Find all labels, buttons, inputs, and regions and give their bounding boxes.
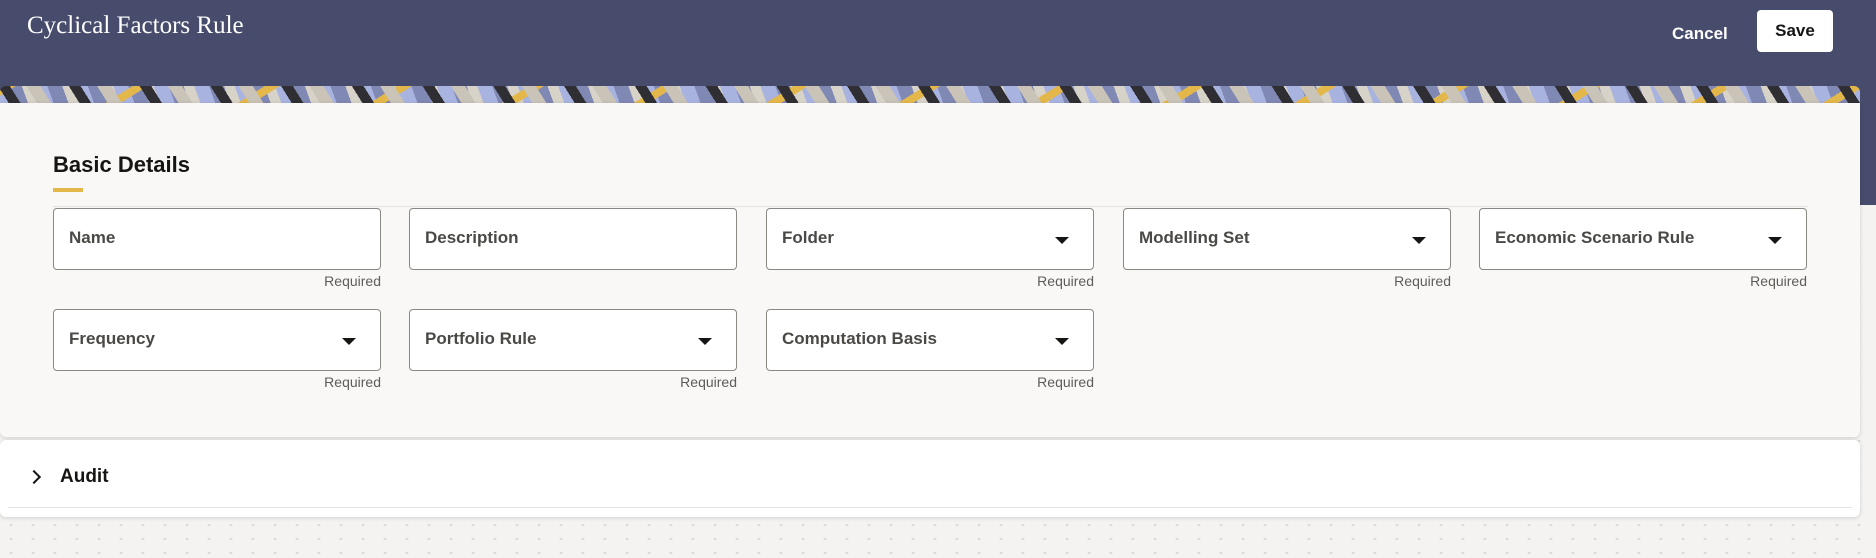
modelling-set-select[interactable]: Modelling Set bbox=[1123, 208, 1451, 270]
description-field[interactable]: Description bbox=[409, 208, 737, 270]
name-required-hint: Required bbox=[324, 273, 381, 289]
section-title-underline bbox=[53, 188, 83, 192]
computation-basis-select-label: Computation Basis bbox=[782, 329, 937, 348]
economic-scenario-rule-select-label: Economic Scenario Rule bbox=[1495, 228, 1695, 247]
name-field-label: Name bbox=[69, 228, 116, 247]
cancel-button[interactable]: Cancel bbox=[1668, 20, 1732, 48]
folder-required-hint: Required bbox=[1037, 273, 1094, 289]
description-field-label: Description bbox=[425, 228, 519, 247]
audit-section-label: Audit bbox=[60, 466, 109, 487]
folder-select[interactable]: Folder bbox=[766, 208, 1094, 270]
caret-down-icon bbox=[698, 338, 712, 345]
page-title: Cyclical Factors Rule bbox=[27, 12, 244, 39]
folder-select-label: Folder bbox=[782, 228, 834, 247]
economic-scenario-rule-select[interactable]: Economic Scenario Rule bbox=[1479, 208, 1807, 270]
caret-down-icon bbox=[1055, 237, 1069, 244]
caret-down-icon bbox=[1055, 338, 1069, 345]
audit-section-toggle[interactable]: Audit bbox=[22, 464, 322, 494]
caret-down-icon bbox=[1768, 237, 1782, 244]
computation-basis-select[interactable]: Computation Basis bbox=[766, 309, 1094, 371]
modelling-set-select-label: Modelling Set bbox=[1139, 228, 1250, 247]
frequency-select[interactable]: Frequency bbox=[53, 309, 381, 371]
caret-down-icon bbox=[342, 338, 356, 345]
portfolio-rule-select[interactable]: Portfolio Rule bbox=[409, 309, 737, 371]
save-button[interactable]: Save bbox=[1757, 10, 1833, 52]
economic-scenario-rule-required-hint: Required bbox=[1750, 273, 1807, 289]
frequency-required-hint: Required bbox=[324, 374, 381, 390]
modelling-set-required-hint: Required bbox=[1394, 273, 1451, 289]
section-divider bbox=[53, 206, 1808, 207]
caret-down-icon bbox=[1412, 237, 1426, 244]
computation-basis-required-hint: Required bbox=[1037, 374, 1094, 390]
portfolio-rule-required-hint: Required bbox=[680, 374, 737, 390]
name-field[interactable]: Name bbox=[53, 208, 381, 270]
basic-details-title: Basic Details bbox=[53, 152, 190, 177]
chevron-right-icon bbox=[26, 469, 42, 485]
audit-divider bbox=[8, 507, 1852, 508]
frequency-select-label: Frequency bbox=[69, 329, 155, 348]
portfolio-rule-select-label: Portfolio Rule bbox=[425, 329, 537, 348]
